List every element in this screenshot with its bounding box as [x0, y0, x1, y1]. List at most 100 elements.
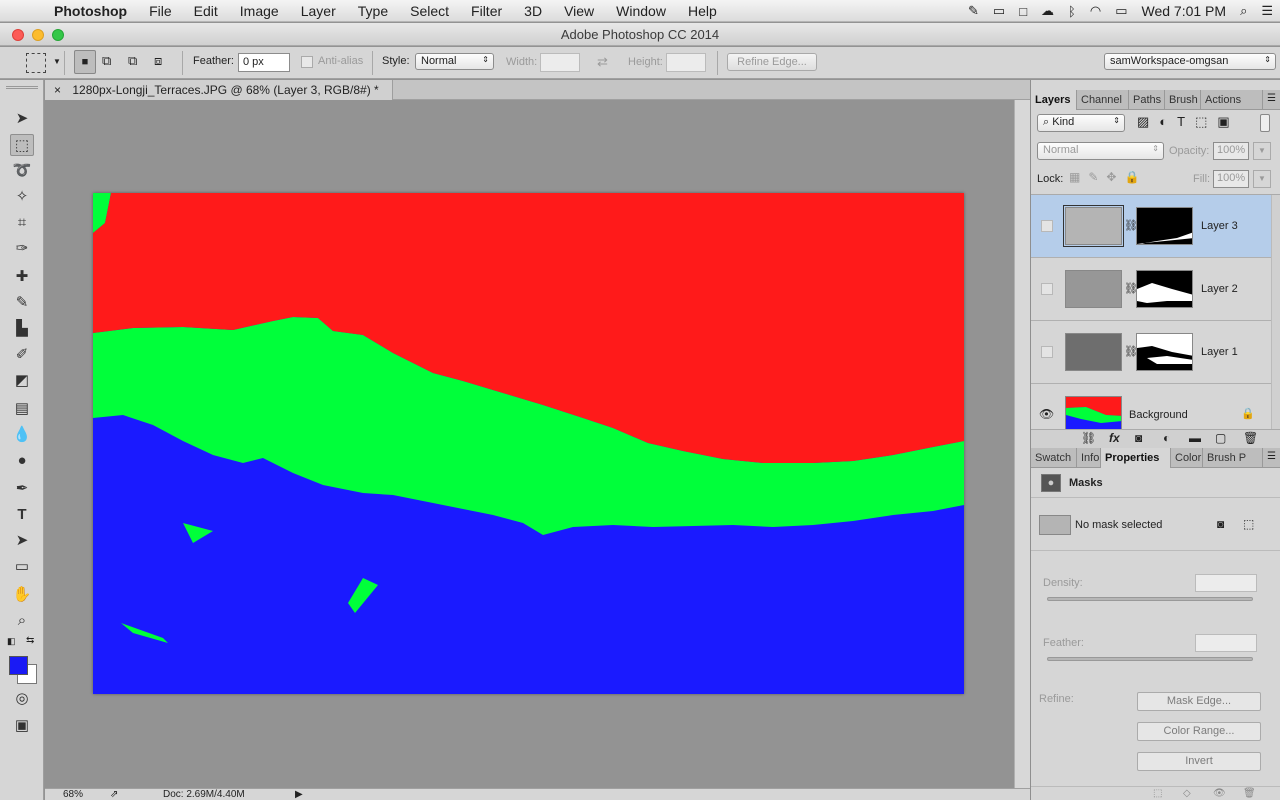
lock-image-icon[interactable]: ✎ — [1088, 170, 1106, 184]
layer-thumbnail[interactable] — [1063, 205, 1124, 247]
quick-mask-icon[interactable]: ◎ — [10, 688, 34, 710]
history-brush-tool-icon[interactable]: ✐ — [10, 344, 34, 366]
script-icon[interactable]: ✎ — [961, 3, 986, 19]
type-filter-icon[interactable]: T — [1177, 114, 1195, 129]
menu-file[interactable]: File — [138, 3, 183, 19]
tab-swatches[interactable]: Swatch — [1031, 448, 1077, 468]
battery-icon[interactable]: ▭ — [1108, 3, 1134, 19]
tab-info[interactable]: Info — [1077, 448, 1101, 468]
tab-properties[interactable]: Properties — [1101, 448, 1171, 468]
mask-edge-button[interactable]: Mask Edge... — [1137, 692, 1261, 711]
close-document-icon[interactable]: × — [54, 83, 61, 97]
subtract-selection-icon[interactable]: ⧉ — [128, 53, 137, 69]
zoom-tool-icon[interactable]: ⌕ — [10, 610, 34, 632]
layers-scrollbar[interactable] — [1271, 195, 1280, 447]
layer-row-layer-1[interactable]: ⛓ Layer 1 — [1031, 321, 1271, 384]
refine-edge-button[interactable]: Refine Edge... — [727, 53, 817, 71]
tab-actions[interactable]: Actions — [1201, 90, 1263, 110]
pen-tool-icon[interactable]: ✒ — [10, 478, 34, 500]
default-colors-icon[interactable]: ◧ — [7, 636, 16, 647]
panel-grip[interactable] — [6, 86, 38, 89]
airplay-icon[interactable]: ▭ — [986, 3, 1012, 19]
pixel-mask-icon[interactable]: ◙ — [1217, 517, 1224, 531]
tab-brush[interactable]: Brush — [1165, 90, 1201, 110]
intersect-selection-icon[interactable]: ⧈ — [154, 53, 162, 69]
filter-toggle[interactable] — [1260, 114, 1270, 132]
tab-paths[interactable]: Paths — [1129, 90, 1165, 110]
opacity-input[interactable]: 100% — [1213, 142, 1249, 160]
adjustment-filter-icon[interactable]: ◐ — [1159, 114, 1177, 129]
status-menu-arrow-icon[interactable]: ▶ — [295, 789, 303, 800]
density-slider[interactable] — [1047, 597, 1253, 601]
opacity-dropdown-icon[interactable]: ▼ — [1253, 142, 1271, 160]
square-icon[interactable]: □ — [1012, 4, 1034, 19]
menu-image[interactable]: Image — [229, 3, 290, 19]
layer-name[interactable]: Layer 3 — [1201, 220, 1238, 232]
clock[interactable]: Wed 7:01 PM — [1135, 3, 1234, 19]
workspace-select[interactable]: samWorkspace-omgsan ⇕ — [1104, 53, 1276, 70]
document-image[interactable] — [93, 193, 964, 694]
fill-input[interactable]: 100% — [1213, 170, 1249, 188]
dodge-tool-icon[interactable]: ● — [10, 450, 34, 472]
group-folder-icon[interactable]: ▬ — [1189, 431, 1201, 445]
eraser-tool-icon[interactable]: ◩ — [10, 370, 34, 392]
brush-tool-icon[interactable]: ✎ — [10, 292, 34, 314]
rectangle-tool-icon[interactable]: ▭ — [10, 556, 34, 578]
add-mask-icon[interactable]: ◙ — [1135, 431, 1142, 445]
fill-dropdown-icon[interactable]: ▼ — [1253, 170, 1271, 188]
layer-row-layer-3[interactable]: ⛓ Layer 3 — [1031, 195, 1271, 258]
lock-all-icon[interactable]: 🔒 — [1124, 170, 1147, 184]
layer-mask-thumbnail[interactable] — [1136, 270, 1193, 308]
feather-input-panel[interactable] — [1195, 634, 1257, 652]
layer-name[interactable]: Layer 1 — [1201, 346, 1238, 358]
smart-object-filter-icon[interactable]: ▣ — [1217, 114, 1239, 129]
marquee-tool-preset-icon[interactable] — [26, 53, 46, 73]
color-range-button[interactable]: Color Range... — [1137, 722, 1261, 741]
rectangular-marquee-tool-icon[interactable]: ⬚ — [10, 134, 34, 156]
panel-menu-icon[interactable]: ☰ — [1267, 93, 1276, 104]
path-selection-tool-icon[interactable]: ➤ — [10, 530, 34, 552]
menu-window[interactable]: Window — [605, 3, 677, 19]
tab-channels[interactable]: Channel — [1077, 90, 1129, 110]
hand-tool-icon[interactable]: ✋ — [10, 584, 34, 606]
lock-transparent-icon[interactable]: ▦ — [1069, 170, 1088, 184]
new-layer-icon[interactable]: ▢ — [1215, 431, 1226, 445]
shape-filter-icon[interactable]: ⬚ — [1195, 114, 1217, 129]
delete-mask-icon[interactable]: 🗑 — [1243, 788, 1256, 799]
style-select[interactable]: Normal ⇕ — [415, 53, 494, 70]
pixel-filter-icon[interactable]: ▨ — [1137, 114, 1159, 129]
trash-icon[interactable]: 🗑 — [1243, 431, 1258, 445]
spotlight-search-icon[interactable]: ⌕ — [1233, 3, 1254, 19]
fx-icon[interactable]: fx — [1109, 431, 1120, 445]
adjustment-layer-icon[interactable]: ◐ — [1163, 431, 1170, 445]
zoom-window-button[interactable] — [52, 29, 64, 41]
visibility-toggle[interactable] — [1041, 346, 1053, 358]
lasso-tool-icon[interactable]: ➰ — [10, 160, 34, 182]
clone-stamp-tool-icon[interactable]: ▙ — [10, 318, 34, 340]
eyedropper-tool-icon[interactable]: ✑ — [10, 238, 34, 260]
magic-wand-tool-icon[interactable]: ✧ — [10, 186, 34, 208]
layer-thumbnail[interactable] — [1065, 270, 1122, 308]
crop-tool-icon[interactable]: ⌗ — [10, 212, 34, 234]
foreground-color-swatch[interactable] — [9, 656, 28, 675]
screen-mode-icon[interactable]: ▣ — [10, 715, 34, 737]
feather-slider[interactable] — [1047, 657, 1253, 661]
layer-name[interactable]: Background — [1129, 409, 1188, 421]
add-selection-icon[interactable]: ⧉ — [102, 53, 111, 69]
visibility-toggle[interactable] — [1041, 220, 1053, 232]
menu-view[interactable]: View — [553, 3, 605, 19]
layer-row-layer-2[interactable]: ⛓ Layer 2 — [1031, 258, 1271, 321]
menu-type[interactable]: Type — [347, 3, 399, 19]
menu-select[interactable]: Select — [399, 3, 460, 19]
menu-filter[interactable]: Filter — [460, 3, 513, 19]
load-selection-icon[interactable]: ⬚ — [1153, 788, 1162, 799]
menu-3d[interactable]: 3D — [513, 3, 553, 19]
menu-layer[interactable]: Layer — [290, 3, 347, 19]
vertical-scrollbar[interactable] — [1014, 100, 1030, 788]
new-selection-icon[interactable]: ■ — [74, 50, 96, 74]
blend-mode-select[interactable]: Normal ⇕ — [1037, 142, 1164, 160]
filter-kind-select[interactable]: ⌕ Kind ⇕ — [1037, 114, 1125, 132]
layer-mask-thumbnail[interactable] — [1136, 333, 1193, 371]
visibility-toggle[interactable] — [1041, 283, 1053, 295]
bluetooth-icon[interactable]: ᛒ — [1061, 4, 1083, 19]
